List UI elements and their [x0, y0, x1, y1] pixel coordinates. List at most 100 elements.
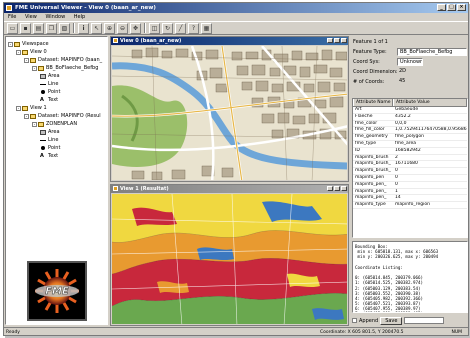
table-row[interactable]: mapinfo_brush_ 16711680: [353, 161, 467, 169]
tree-item[interactable]: - Dataset: MAPINFO (baan_: [8, 56, 107, 64]
feature-type-field[interactable]: BB_BoFlaeche_Befbg: [397, 48, 467, 56]
svg-text:FME: FME: [45, 286, 69, 297]
view-0-map-canvas[interactable]: [112, 46, 347, 180]
feature-type-label: Feature Type:: [353, 49, 387, 55]
app-icon: [6, 5, 12, 11]
query-icon[interactable]: ?: [188, 22, 199, 34]
table-row[interactable]: Art Gebaeude: [353, 107, 467, 114]
tree-item[interactable]: - View 1: [8, 104, 107, 112]
tree-item-label: Text: [48, 97, 59, 103]
viewspace-tree-panel[interactable]: - Viewspace - View 0- Dataset: MAPINFO (baan…: [5, 36, 108, 325]
table-row[interactable]: Flaeche 4352.2: [353, 114, 467, 121]
attribute-value-cell: 16711680: [395, 161, 418, 167]
view-icon: [113, 186, 118, 191]
refresh-icon[interactable]: ↻: [162, 22, 173, 34]
tree-item[interactable]: - Dataset: MAPINFO (Resul: [8, 112, 107, 120]
view-1-window[interactable]: View 1 (Resultat): [110, 184, 349, 326]
copy-icon[interactable]: ❐: [46, 22, 57, 34]
view-1-titlebar[interactable]: View 1 (Resultat): [111, 185, 348, 193]
print-icon[interactable]: ▤: [33, 22, 44, 34]
tree-expand-icon[interactable]: -: [24, 57, 29, 63]
tree-expand-icon[interactable]: -: [32, 121, 37, 127]
app-window: FME Universal Viewer - View 0 (baan_ar_n…: [3, 2, 469, 336]
coord-dim-label: Coord Dimension:: [353, 69, 398, 75]
view-minimize-button[interactable]: [327, 186, 333, 191]
table-row[interactable]: mapinfo_type mapinfo_region: [353, 202, 467, 209]
table-row[interactable]: mapinfo_brush_ 0: [353, 168, 467, 175]
tree-item-label: Dataset: MAPINFO (baan_: [38, 57, 103, 63]
attribute-value-cell: fme_polygon: [395, 134, 424, 140]
maximize-button[interactable]: □: [447, 4, 456, 11]
column-header-value[interactable]: Attribute Value: [393, 99, 467, 106]
status-coordinates: Coordinate: X 605 801.5, Y 200470.5: [320, 330, 404, 335]
open-icon[interactable]: ▭: [7, 22, 18, 34]
tree-item-label: Point: [48, 89, 61, 95]
coord-sys-field[interactable]: Unknown: [397, 58, 423, 66]
feature-info-panel: Feature 1 of 1 Feature Type: BB_BoFlaech…: [351, 36, 469, 326]
tree-expand-icon[interactable]: -: [16, 49, 21, 55]
save-path-field[interactable]: [404, 317, 445, 324]
table-row[interactable]: fme_color 0,0,0: [353, 121, 467, 128]
tree-item[interactable]: Point: [8, 88, 107, 96]
save-icon[interactable]: ▪: [20, 22, 31, 34]
tree-item[interactable]: Line: [8, 136, 107, 144]
select-icon[interactable]: ↖: [91, 22, 102, 34]
close-button[interactable]: ×: [457, 4, 466, 11]
menu-view[interactable]: View: [25, 14, 37, 20]
paste-icon[interactable]: ▧: [59, 22, 70, 34]
tree-item[interactable]: Area: [8, 72, 107, 80]
tree-item[interactable]: Point: [8, 144, 107, 152]
attribute-value-cell: 0: [395, 168, 398, 174]
tree-item[interactable]: - ZONENPLAN: [8, 120, 107, 128]
table-row[interactable]: fme_fill_color 1,0.752941176470588,0.9568…: [353, 127, 467, 135]
coord-sys-label: Coord Sys:: [353, 59, 380, 65]
zoom-extent-icon[interactable]: ◫: [149, 22, 160, 34]
table-row[interactable]: fme_geometry fme_polygon: [353, 134, 467, 141]
table-row[interactable]: mapinfo_brush 2: [353, 155, 467, 162]
tree-item[interactable]: Area: [8, 128, 107, 136]
tree-item[interactable]: - BB_BoFlaeche_Befbg: [8, 64, 107, 72]
minimize-button[interactable]: _: [437, 4, 446, 11]
tree-item[interactable]: - View 0: [8, 48, 107, 56]
view-0-window[interactable]: View 0 (baan_ar_new): [110, 36, 349, 182]
tree-expand-icon[interactable]: -: [16, 105, 21, 111]
zoom-out-icon[interactable]: ⊖: [117, 22, 128, 34]
column-header-name[interactable]: Attribute Name: [353, 99, 393, 106]
menu-help[interactable]: Help: [74, 14, 85, 20]
info-icon[interactable]: i: [78, 22, 89, 34]
tree-item-label: ZONENPLAN: [46, 121, 78, 127]
attribute-table[interactable]: Attribute Name Attribute Value Art Gebaeu…: [352, 98, 468, 238]
pan-icon[interactable]: ✥: [130, 22, 141, 34]
tree-item[interactable]: A Text: [8, 152, 107, 160]
tree-expand-icon[interactable]: -: [24, 113, 29, 119]
view-close-button[interactable]: [341, 186, 347, 191]
zoom-in-icon[interactable]: ⊕: [104, 22, 115, 34]
view-minimize-button[interactable]: [327, 38, 333, 43]
table-row[interactable]: ID 168582942: [353, 148, 467, 155]
tree-item[interactable]: Line: [8, 80, 107, 88]
menu-file[interactable]: File: [8, 14, 16, 20]
table-row[interactable]: fme_type fme_area: [353, 141, 467, 148]
table-row[interactable]: mapinfo_pen 0: [353, 175, 467, 182]
tree-expand-icon[interactable]: -: [32, 65, 37, 71]
append-checkbox[interactable]: [352, 318, 357, 323]
view-1-map-canvas[interactable]: [112, 194, 347, 324]
view-maximize-button[interactable]: [334, 38, 340, 43]
tree-item[interactable]: A Text: [8, 96, 107, 104]
view-maximize-button[interactable]: [334, 186, 340, 191]
save-button[interactable]: Save: [380, 316, 403, 325]
menu-window[interactable]: Window: [45, 14, 65, 20]
table-row[interactable]: mapinfo_pen_ 1: [353, 189, 467, 196]
tree-item[interactable]: - Viewspace: [8, 40, 107, 48]
table-row[interactable]: mapinfo_pen_ 14: [353, 195, 467, 203]
title-bar[interactable]: FME Universal Viewer - View 0 (baan_ar_n…: [4, 3, 468, 13]
measure-icon[interactable]: ╱: [175, 22, 186, 34]
status-bar: Ready Coordinate: X 605 801.5, Y 200470.…: [4, 327, 468, 336]
coordinate-log[interactable]: Bounding Box: min x: 605818.131, max x: …: [352, 241, 468, 313]
view-close-button[interactable]: [341, 38, 347, 43]
view-0-titlebar[interactable]: View 0 (baan_ar_new): [111, 37, 348, 45]
attribute-name-cell: mapinfo_pen_: [355, 195, 387, 201]
table-row[interactable]: mapinfo_pen_ 0: [353, 182, 467, 189]
grid-icon[interactable]: ▦: [201, 22, 212, 34]
tree-expand-icon[interactable]: -: [8, 41, 13, 47]
